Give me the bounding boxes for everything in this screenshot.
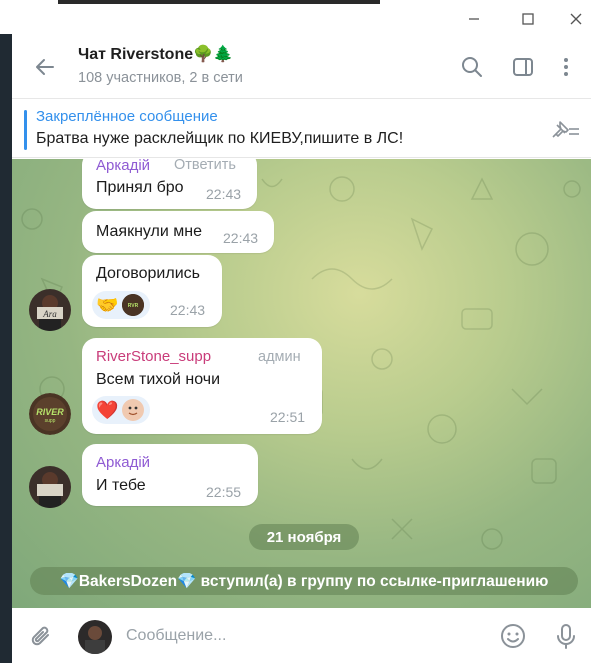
avatar-arkadiy[interactable]: Ara xyxy=(29,289,71,331)
message-composer xyxy=(12,609,591,663)
close-icon[interactable] xyxy=(562,8,590,30)
message-sender[interactable]: Аркадій xyxy=(96,159,150,174)
pinned-message-bar[interactable]: Закреплённое сообщение Братва нуже раскл… xyxy=(12,100,591,158)
unpin-icon[interactable] xyxy=(547,117,581,143)
paperclip-icon[interactable] xyxy=(28,623,56,651)
pinned-indicator xyxy=(24,110,27,150)
avatar-riverstone-label: RIVER xyxy=(36,407,64,417)
maximize-icon[interactable] xyxy=(514,8,542,30)
message-text: Всем тихой ночи xyxy=(96,371,221,388)
message-bubble[interactable]: Маякнули мне 22:43 xyxy=(82,211,274,253)
search-icon[interactable] xyxy=(458,53,486,81)
date-separator: 21 ноября xyxy=(249,524,359,550)
message-time: 22:51 xyxy=(270,409,306,425)
admin-badge: админ xyxy=(258,349,301,365)
message-sender[interactable]: Аркадій xyxy=(96,454,150,471)
message-time: 22:43 xyxy=(223,230,259,246)
send-as-avatar[interactable] xyxy=(78,620,112,654)
chat-title[interactable]: Чат Riverstone🌳🌲 xyxy=(78,44,233,64)
reaction-emoji: ❤️ xyxy=(96,400,119,420)
left-panel-edge xyxy=(0,34,12,663)
svg-text:supp: supp xyxy=(45,418,56,424)
sidebar-toggle-icon[interactable] xyxy=(509,53,537,81)
message-input[interactable] xyxy=(126,622,486,650)
window-right-edge xyxy=(591,0,600,663)
message-bubble[interactable]: Аркадій И тебе 22:55 xyxy=(82,444,258,506)
message-text: Принял бро xyxy=(96,179,184,196)
avatar-arkadiy-label: Ara xyxy=(42,309,57,319)
reactor-avatar: RVR xyxy=(122,294,145,316)
pinned-text: Братва нуже расклейщик по КИЕВУ,пишите в… xyxy=(36,130,404,147)
pinned-title: Закреплённое сообщение xyxy=(36,108,218,125)
message-text: Договорились xyxy=(96,265,200,282)
service-message: 💎BakersDozen💎 вступил(а) в группу по ссы… xyxy=(30,567,578,595)
message-time: 22:55 xyxy=(206,484,242,500)
emoji-icon[interactable] xyxy=(499,622,527,650)
reactor-avatar xyxy=(122,399,145,421)
avatar-riverstone[interactable]: RIVER supp xyxy=(29,393,71,435)
more-vertical-icon[interactable] xyxy=(552,53,580,81)
reply-button[interactable]: Ответить xyxy=(174,159,236,173)
reaction-chip[interactable]: ❤️ xyxy=(92,396,150,424)
message-text: И тебе xyxy=(96,477,146,494)
reaction-chip[interactable]: 🤝 RVR xyxy=(92,291,150,319)
window-titlebar xyxy=(0,4,600,34)
chat-messages-area[interactable]: Аркадій Ответить Принял бро 22:43 Маякну… xyxy=(12,159,591,608)
message-sender[interactable]: RiverStone_supp xyxy=(96,348,211,365)
back-arrow-icon[interactable] xyxy=(32,54,58,80)
message-bubble[interactable]: Аркадій Ответить Принял бро 22:43 xyxy=(82,159,257,209)
avatar-arkadiy[interactable] xyxy=(29,466,71,508)
chat-member-count: 108 участников, 2 в сети xyxy=(78,70,243,86)
minimize-icon[interactable] xyxy=(460,8,488,30)
svg-text:RVR: RVR xyxy=(128,303,139,309)
reaction-emoji: 🤝 xyxy=(96,295,119,315)
microphone-icon[interactable] xyxy=(552,622,580,650)
message-text: Маякнули мне xyxy=(96,223,203,240)
message-bubble[interactable]: Договорились 🤝 RVR 22:43 xyxy=(82,255,222,327)
message-time: 22:43 xyxy=(206,186,242,202)
message-bubble[interactable]: RiverStone_supp админ Всем тихой ночи ❤️… xyxy=(82,338,322,434)
message-time: 22:43 xyxy=(170,302,206,318)
chat-header: Чат Riverstone🌳🌲 108 участников, 2 в сет… xyxy=(12,34,591,99)
